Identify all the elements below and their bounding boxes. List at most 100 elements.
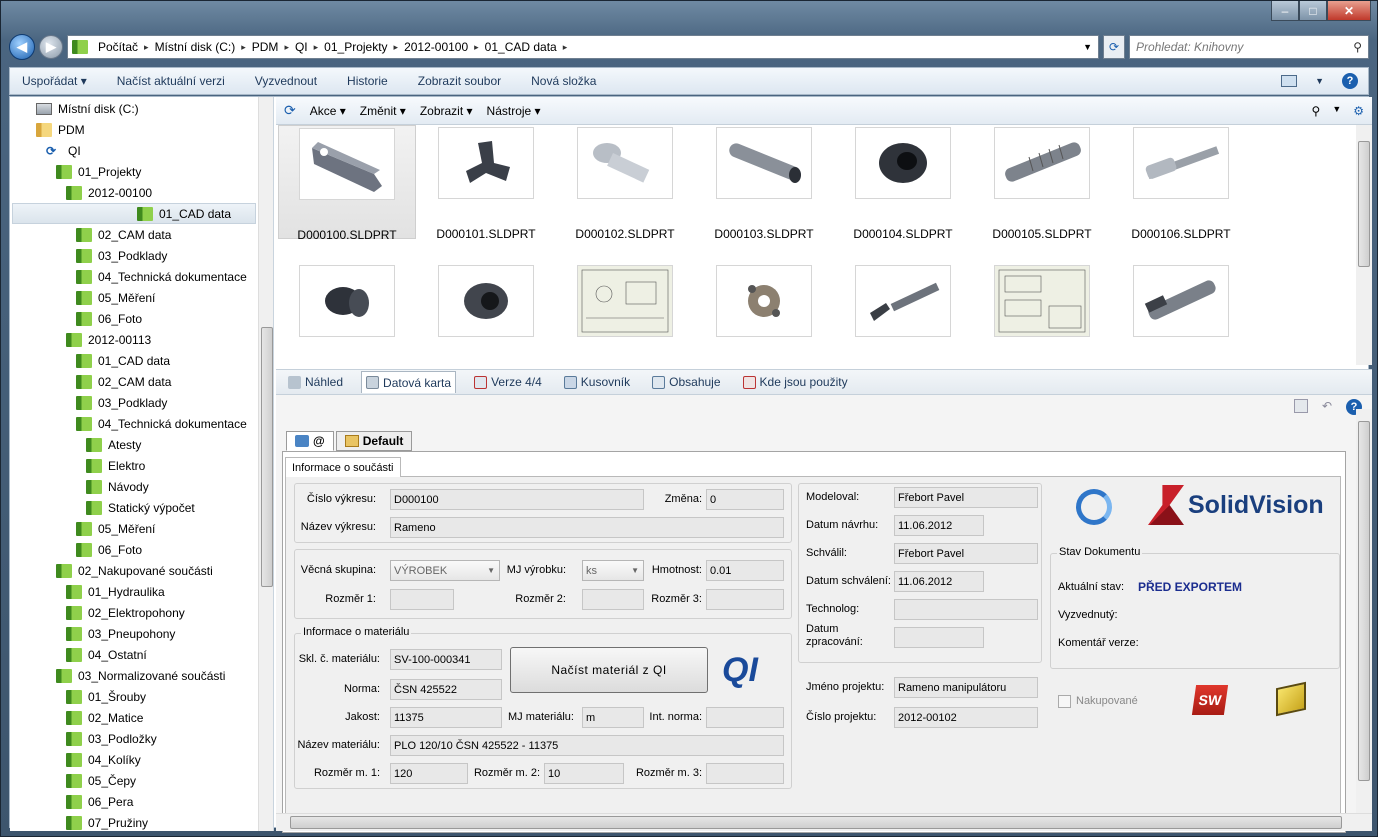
approved-by-field[interactable]: Fřebort Pavel bbox=[894, 543, 1038, 564]
horizontal-scrollbar[interactable] bbox=[276, 813, 1372, 831]
standard-field[interactable]: ČSN 425522 bbox=[390, 679, 502, 700]
tree-item[interactable]: 01_CAD data bbox=[76, 350, 170, 371]
breadcrumb[interactable]: Počítač ▸ Místní disk (C:) ▸ PDM ▸ QI ▸ 01_Proje… bbox=[67, 35, 1099, 59]
file-tile[interactable] bbox=[278, 263, 416, 343]
tree-item[interactable]: 02_CAM data bbox=[76, 224, 171, 245]
tree-item[interactable]: Statický výpočet bbox=[86, 497, 195, 518]
technologist-field[interactable] bbox=[894, 599, 1038, 620]
tree-item[interactable]: 02_Nakupované součásti bbox=[56, 560, 213, 581]
chevron-down-icon[interactable]: ▼ bbox=[1332, 104, 1341, 118]
tree-item[interactable]: 04_Kolíky bbox=[66, 749, 141, 770]
purchased-checkbox[interactable] bbox=[1058, 695, 1071, 708]
internal-standard-field[interactable] bbox=[706, 707, 784, 728]
grid-scrollbar[interactable] bbox=[1356, 125, 1372, 365]
tree-item[interactable]: Elektro bbox=[86, 455, 145, 476]
tab-bom[interactable]: Kusovník bbox=[560, 371, 634, 393]
file-tile[interactable] bbox=[834, 263, 972, 343]
back-button[interactable]: ◀ bbox=[9, 34, 35, 60]
file-tile[interactable]: D000101.SLDPRT bbox=[417, 125, 555, 241]
weight-field[interactable]: 0.01 bbox=[706, 560, 784, 581]
project-name-field[interactable]: Rameno manipulátoru bbox=[894, 677, 1038, 698]
undo-icon[interactable]: ↶ bbox=[1322, 399, 1332, 415]
dimension3-field[interactable] bbox=[706, 589, 784, 610]
design-date-field[interactable]: 11.06.2012 bbox=[894, 515, 984, 536]
material-name-field[interactable]: PLO 120/10 ČSN 425522 - 11375 bbox=[390, 735, 784, 756]
category-select[interactable]: VÝROBEK ▼ bbox=[390, 560, 500, 581]
tab-data-card[interactable]: Datová karta bbox=[361, 371, 457, 393]
tree-item[interactable]: 01_Hydraulika bbox=[66, 581, 165, 602]
view-options-icon[interactable] bbox=[1281, 75, 1298, 87]
file-tile[interactable]: D000103.SLDPRT bbox=[695, 125, 833, 241]
project-number-field[interactable]: 2012-00102 bbox=[894, 707, 1038, 728]
drawing-number-field[interactable]: D000100 bbox=[390, 489, 644, 510]
tree-item[interactable]: 03_Podklady bbox=[76, 392, 167, 413]
tree-item[interactable]: 06_Foto bbox=[76, 308, 142, 329]
tree-item[interactable]: 03_Podložky bbox=[66, 728, 157, 749]
tree-item[interactable]: ⟳ QI bbox=[46, 140, 81, 161]
tree-item[interactable]: 01_Projekty bbox=[56, 161, 141, 182]
processing-date-field[interactable] bbox=[894, 627, 984, 648]
tree-item[interactable]: 01_CAD data bbox=[12, 203, 256, 224]
tab-contains[interactable]: Obsahuje bbox=[648, 371, 724, 393]
tab-where-used[interactable]: Kde jsou použity bbox=[739, 371, 852, 393]
scrollbar-thumb[interactable] bbox=[1358, 421, 1370, 781]
tree-item[interactable]: 05_Měření bbox=[76, 287, 155, 308]
tree-item[interactable]: 03_Podklady bbox=[76, 245, 167, 266]
search-icon[interactable]: ⚲ bbox=[1312, 104, 1321, 118]
tree-item[interactable]: 01_Šrouby bbox=[66, 686, 146, 707]
drawing-name-field[interactable]: Rameno bbox=[390, 517, 784, 538]
breadcrumb-item[interactable]: 2012-00100 bbox=[398, 40, 474, 54]
tree-item[interactable]: Atesty bbox=[86, 434, 141, 455]
grade-field[interactable]: 11375 bbox=[390, 707, 502, 728]
material-code-field[interactable]: SV-100-000341 bbox=[390, 649, 502, 670]
tree-item[interactable]: 05_Měření bbox=[76, 518, 155, 539]
breadcrumb-separator-icon[interactable]: ▸ bbox=[563, 42, 568, 53]
cmd-load-current-version[interactable]: Načíst aktuální verzi bbox=[117, 74, 225, 88]
close-button[interactable]: ✕ bbox=[1327, 1, 1371, 21]
mat-dimension3-field[interactable] bbox=[706, 763, 784, 784]
help-icon[interactable]: ? bbox=[1342, 73, 1358, 89]
file-tile[interactable]: D000102.SLDPRT bbox=[556, 125, 694, 241]
tree-item[interactable]: 04_Ostatní bbox=[66, 644, 147, 665]
part-icon[interactable] bbox=[1276, 681, 1306, 717]
approval-date-field[interactable]: 11.06.2012 bbox=[894, 571, 984, 592]
file-tile[interactable] bbox=[973, 263, 1111, 343]
tree-item[interactable]: 07_Pružiny bbox=[66, 812, 148, 831]
material-unit-field[interactable]: m bbox=[582, 707, 644, 728]
chevron-down-icon[interactable]: ▼ bbox=[1315, 76, 1324, 86]
breadcrumb-item[interactable]: 01_Projekty bbox=[318, 40, 393, 54]
cmd-history[interactable]: Historie bbox=[347, 74, 388, 88]
tree-item[interactable]: 02_Elektropohony bbox=[66, 602, 185, 623]
cmd-view-file[interactable]: Zobrazit soubor bbox=[418, 74, 501, 88]
tree-item[interactable]: 2012-00100 bbox=[66, 182, 152, 203]
tree-item[interactable]: 04_Technická dokumentace bbox=[76, 266, 247, 287]
breadcrumb-item[interactable]: 01_CAD data bbox=[479, 40, 563, 54]
tree-item[interactable]: PDM bbox=[36, 119, 85, 140]
forward-button[interactable]: ▶ bbox=[39, 35, 63, 59]
chevron-down-icon[interactable]: ▼ bbox=[1083, 42, 1098, 52]
file-tile[interactable]: D000100.SLDPRT bbox=[278, 125, 416, 242]
load-material-button[interactable]: Načíst materiál z QI bbox=[510, 647, 708, 693]
cmd-checkout[interactable]: Vyzvednout bbox=[255, 74, 317, 88]
sync-icon[interactable] bbox=[1076, 489, 1112, 525]
file-tile[interactable] bbox=[695, 263, 833, 343]
refresh-icon[interactable]: ⟳ bbox=[284, 102, 296, 119]
file-tile[interactable] bbox=[1112, 263, 1250, 343]
product-unit-select[interactable]: ks ▼ bbox=[582, 560, 644, 581]
search-input[interactable]: Prohledat: Knihovny ⚲ bbox=[1129, 35, 1369, 59]
maximize-button[interactable]: □ bbox=[1299, 1, 1327, 21]
menu-tools[interactable]: Nástroje ▾ bbox=[487, 104, 541, 118]
tree-item[interactable]: Návody bbox=[86, 476, 149, 497]
tree-item[interactable]: 2012-00113 bbox=[66, 329, 151, 350]
menu-view[interactable]: Zobrazit ▾ bbox=[420, 104, 473, 118]
card-scrollbar[interactable] bbox=[1356, 409, 1372, 813]
dimension2-field[interactable] bbox=[582, 589, 644, 610]
tree-item[interactable]: 03_Normalizované součásti bbox=[56, 665, 225, 686]
file-tile[interactable] bbox=[417, 263, 555, 343]
minimize-button[interactable]: ‒ bbox=[1271, 1, 1299, 21]
tree-item[interactable]: 04_Technická dokumentace bbox=[76, 413, 247, 434]
tab-part-info[interactable]: Informace o součásti bbox=[285, 457, 401, 477]
tree-item[interactable]: 06_Pera bbox=[66, 791, 133, 812]
file-tile[interactable]: D000104.SLDPRT bbox=[834, 125, 972, 241]
cmd-organize[interactable]: Uspořádat ▾ bbox=[22, 74, 87, 88]
